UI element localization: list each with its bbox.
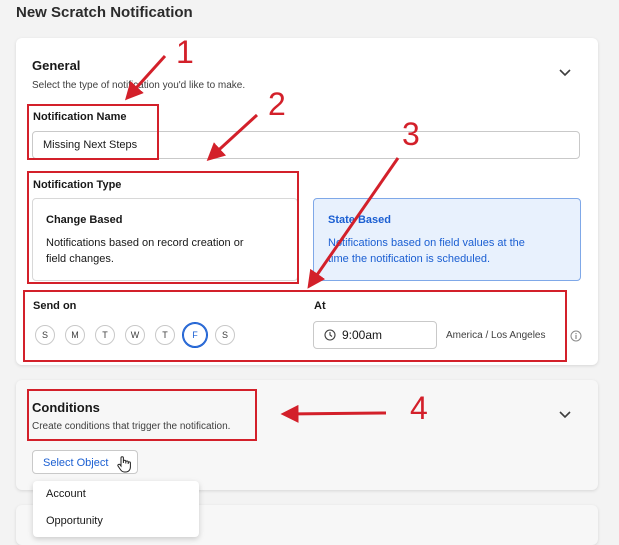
dropdown-option-account[interactable]: Account (46, 488, 86, 500)
annotation-number-4: 4 (410, 390, 428, 426)
hand-cursor-icon (117, 456, 131, 473)
state-based-description-line2: time the notification is scheduled. (328, 253, 491, 265)
page-title: New Scratch Notification (16, 4, 193, 21)
annotation-box-conditions (27, 389, 257, 441)
annotation-box-name (27, 104, 159, 160)
select-object-label: Select Object (43, 457, 109, 469)
chevron-down-icon[interactable] (556, 406, 574, 424)
annotation-box-schedule (23, 290, 567, 362)
info-icon[interactable] (570, 330, 582, 342)
annotation-number-2: 2 (268, 86, 286, 122)
annotation-number-1: 1 (176, 34, 194, 70)
state-based-title: State Based (328, 214, 391, 226)
state-based-description-line1: Notifications based on field values at t… (328, 237, 525, 249)
chevron-down-icon[interactable] (556, 64, 574, 82)
annotation-number-3: 3 (402, 116, 420, 152)
dropdown-option-opportunity[interactable]: Opportunity (46, 515, 103, 527)
general-section-title: General (32, 58, 81, 73)
annotation-box-type (27, 171, 299, 284)
general-section-description: Select the type of notification you'd li… (32, 80, 246, 91)
